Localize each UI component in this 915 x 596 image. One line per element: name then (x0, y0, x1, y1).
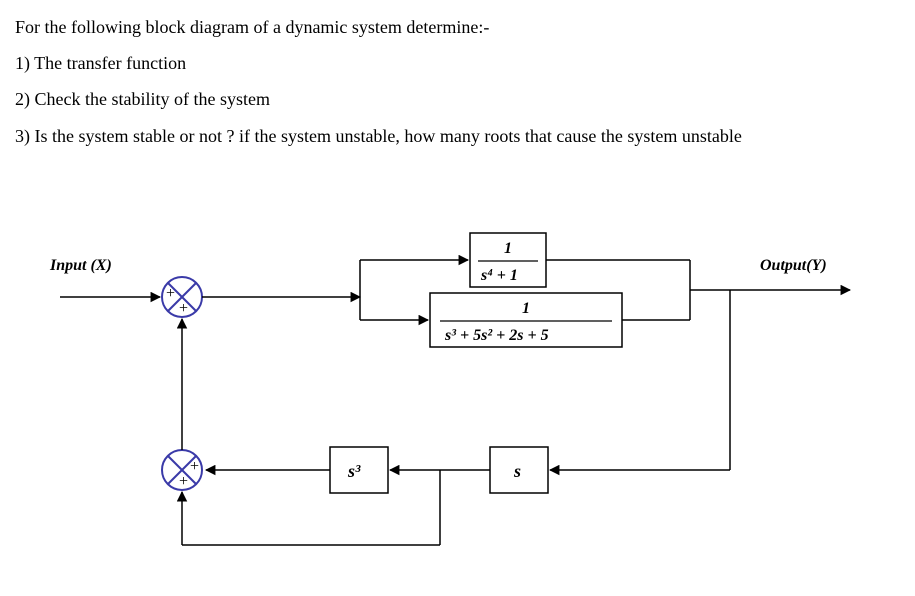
g1-numerator: 1 (504, 240, 512, 257)
h2-label: s³ (347, 461, 361, 481)
problem-heading: For the following block diagram of a dyn… (15, 10, 900, 44)
block-g2: 1 s³ + 5s² + 2s + 5 (430, 293, 622, 347)
block-diagram: Input (X) + + 1 s⁴ + 1 1 s³ + 5s² + 2s +… (30, 225, 890, 585)
h1-label: s (513, 461, 521, 481)
sum2-plus-bottom: + (179, 473, 188, 490)
problem-statement: For the following block diagram of a dyn… (15, 10, 900, 153)
sum1-plus-bottom: + (179, 300, 188, 317)
summing-junction-1: + + (162, 277, 202, 317)
g2-numerator: 1 (522, 300, 530, 317)
input-label: Input (X) (49, 257, 112, 274)
question-2: 2) Check the stability of the system (15, 82, 900, 116)
sum2-plus-right: + (190, 458, 199, 475)
summing-junction-2: + + (162, 450, 202, 490)
block-h2-s3: s³ (330, 447, 388, 493)
question-3: 3) Is the system stable or not ? if the … (15, 119, 900, 153)
sum1-plus-left: + (166, 285, 175, 302)
question-1: 1) The transfer function (15, 46, 900, 80)
g1-denominator: s⁴ + 1 (480, 267, 518, 284)
block-h1-s: s (490, 447, 548, 493)
output-label: Output(Y) (760, 257, 827, 274)
block-g1: 1 s⁴ + 1 (470, 233, 546, 287)
g2-denominator: s³ + 5s² + 2s + 5 (444, 327, 549, 344)
